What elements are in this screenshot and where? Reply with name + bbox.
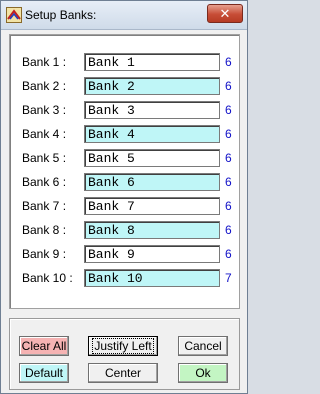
bank-label: Bank 2 : bbox=[22, 79, 67, 93]
bank-label: Bank 7 : bbox=[22, 199, 67, 213]
bank-count: 6 bbox=[225, 151, 232, 165]
default-label: Default bbox=[24, 366, 64, 380]
bank-name-field[interactable]: Bank 1 bbox=[84, 53, 220, 71]
ok-label: Ok bbox=[195, 366, 211, 380]
bank-count: 6 bbox=[225, 199, 232, 213]
bank-row: Bank 6 : Bank 6 6 bbox=[10, 173, 239, 192]
bank-name-field[interactable]: Bank 5 bbox=[84, 149, 220, 167]
setup-banks-window: Setup Banks: ✕ Bank 1 : Bank 1 6 Bank 2 … bbox=[0, 0, 248, 394]
bank-row: Bank 7 : Bank 7 6 bbox=[10, 197, 239, 216]
bank-label: Bank 10 : bbox=[22, 271, 73, 285]
bank-label: Bank 3 : bbox=[22, 103, 67, 117]
bank-label: Bank 1 : bbox=[22, 55, 67, 69]
bank-name-field[interactable]: Bank 3 bbox=[84, 101, 220, 119]
cancel-button[interactable]: Cancel bbox=[178, 336, 228, 356]
bank-label: Bank 9 : bbox=[22, 247, 67, 261]
clear-all-button[interactable]: Clear All bbox=[19, 336, 69, 356]
bank-row: Bank 10 : Bank 10 7 bbox=[10, 269, 239, 288]
bank-label: Bank 8 : bbox=[22, 223, 67, 237]
bank-row: Bank 8 : Bank 8 6 bbox=[10, 221, 239, 240]
bank-row: Bank 9 : Bank 9 6 bbox=[10, 245, 239, 264]
bank-count: 6 bbox=[225, 103, 232, 117]
bank-name-field[interactable]: Bank 8 bbox=[84, 221, 220, 239]
close-icon: ✕ bbox=[219, 6, 231, 21]
center-button[interactable]: Center bbox=[88, 363, 158, 383]
bank-count: 7 bbox=[225, 271, 232, 285]
bank-row: Bank 2 : Bank 2 6 bbox=[10, 77, 239, 96]
bank-row: Bank 3 : Bank 3 6 bbox=[10, 101, 239, 120]
bank-label: Bank 6 : bbox=[22, 175, 67, 189]
bank-count: 6 bbox=[225, 79, 232, 93]
bank-row: Bank 5 : Bank 5 6 bbox=[10, 149, 239, 168]
button-panel: Clear All Justify Left Cancel Default Ce… bbox=[9, 318, 240, 390]
title-bar[interactable]: Setup Banks: ✕ bbox=[1, 1, 247, 30]
justify-left-button[interactable]: Justify Left bbox=[88, 336, 158, 356]
clear-all-label: Clear All bbox=[21, 339, 67, 353]
bank-name-field[interactable]: Bank 2 bbox=[84, 77, 220, 95]
bank-row: Bank 4 : Bank 4 6 bbox=[10, 125, 239, 144]
bank-name-field[interactable]: Bank 10 bbox=[84, 269, 220, 287]
center-label: Center bbox=[104, 366, 142, 380]
banks-panel: Bank 1 : Bank 1 6 Bank 2 : Bank 2 6 Bank… bbox=[9, 34, 240, 309]
bank-count: 6 bbox=[225, 175, 232, 189]
bank-name-field[interactable]: Bank 6 bbox=[84, 173, 220, 191]
bank-label: Bank 5 : bbox=[22, 151, 67, 165]
justify-left-label: Justify Left bbox=[92, 338, 154, 354]
ok-button[interactable]: Ok bbox=[178, 363, 228, 383]
bank-name-field[interactable]: Bank 9 bbox=[84, 245, 220, 263]
bank-count: 6 bbox=[225, 223, 232, 237]
bank-count: 6 bbox=[225, 127, 232, 141]
bank-count: 6 bbox=[225, 247, 232, 261]
close-button[interactable]: ✕ bbox=[207, 4, 243, 23]
bank-label: Bank 4 : bbox=[22, 127, 67, 141]
window-title: Setup Banks: bbox=[25, 8, 97, 22]
bank-name-field[interactable]: Bank 4 bbox=[84, 125, 220, 143]
bank-row: Bank 1 : Bank 1 6 bbox=[10, 53, 239, 72]
bank-count: 6 bbox=[225, 55, 232, 69]
cancel-label: Cancel bbox=[184, 339, 222, 353]
app-icon bbox=[6, 7, 22, 23]
default-button[interactable]: Default bbox=[19, 363, 69, 383]
bank-name-field[interactable]: Bank 7 bbox=[84, 197, 220, 215]
